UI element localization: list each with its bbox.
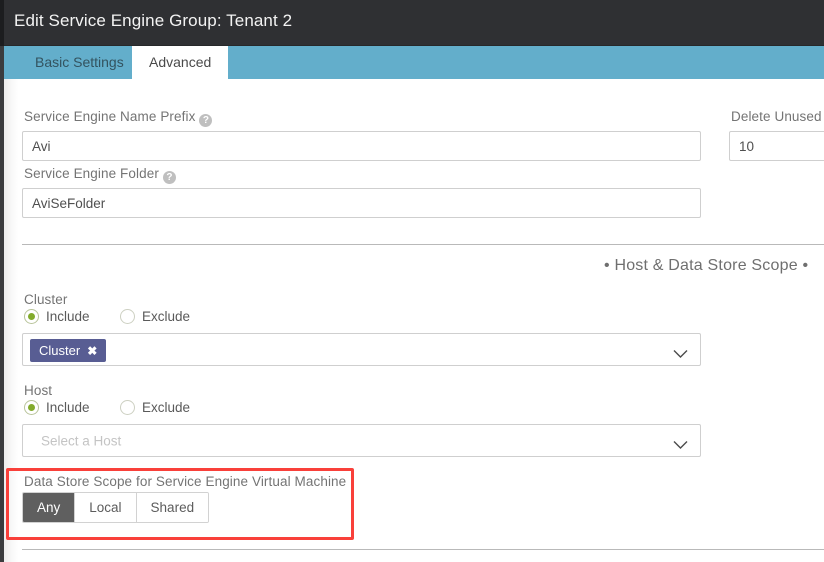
host-exclude-label: Exclude: [142, 400, 191, 415]
data-store-scope-button-group: Any Local Shared: [22, 492, 210, 523]
panel-left-edge: [0, 46, 4, 79]
data-store-scope-any-button[interactable]: Any: [23, 493, 76, 522]
cluster-label: Cluster: [24, 292, 68, 307]
radio-dot-icon: [24, 400, 39, 415]
se-folder-input[interactable]: [22, 188, 701, 218]
tab-basic-settings[interactable]: Basic Settings: [18, 46, 141, 79]
dialog-title: Edit Service Engine Group: Tenant 2: [14, 11, 293, 30]
host-select-placeholder: Select a Host: [41, 433, 122, 448]
host-scope-radio-group: Include Exclude: [24, 400, 216, 420]
se-name-prefix-label: Service Engine Name Prefix?: [24, 109, 213, 127]
data-store-scope-label: Data Store Scope for Service Engine Virt…: [24, 474, 347, 489]
host-data-store-scope-heading: • Host & Data Store Scope •: [604, 257, 809, 274]
host-include-radio[interactable]: Include: [24, 400, 90, 415]
host-select[interactable]: Select a Host: [22, 424, 701, 457]
chevron-down-icon[interactable]: [673, 436, 688, 449]
advanced-tab-panel: Service Engine Name Prefix? Service Engi…: [0, 79, 824, 562]
tab-advanced[interactable]: Advanced: [132, 46, 229, 79]
cluster-chip-label: Cluster: [39, 343, 81, 358]
host-exclude-radio[interactable]: Exclude: [120, 400, 190, 415]
radio-dot-icon: [120, 309, 135, 324]
host-label: Host: [24, 383, 53, 398]
se-name-prefix-input[interactable]: [22, 131, 701, 161]
dialog-title-bar: Edit Service Engine Group: Tenant 2: [0, 0, 824, 46]
radio-dot-icon: [120, 400, 135, 415]
edit-service-engine-group-dialog: Edit Service Engine Group: Tenant 2 Basi…: [0, 0, 824, 562]
cluster-multiselect[interactable]: Cluster ✖: [22, 333, 701, 366]
cluster-exclude-label: Exclude: [142, 309, 191, 324]
panel-inner-shadow: [4, 79, 18, 562]
cluster-scope-radio-group: Include Exclude: [24, 309, 216, 329]
data-store-scope-local-button[interactable]: Local: [75, 493, 137, 522]
close-icon[interactable]: ✖: [87, 345, 97, 357]
delete-unused-input[interactable]: [729, 131, 824, 161]
tab-bar: Basic Settings Advanced: [0, 46, 824, 79]
window-left-edge: [0, 0, 4, 46]
help-circle-icon[interactable]: ?: [162, 171, 176, 184]
help-circle-icon[interactable]: ?: [199, 114, 213, 127]
radio-dot-icon: [24, 309, 39, 324]
se-folder-label: Service Engine Folder?: [24, 166, 176, 184]
chevron-down-icon[interactable]: [673, 345, 688, 358]
cluster-include-radio[interactable]: Include: [24, 309, 90, 324]
data-store-scope-shared-button[interactable]: Shared: [136, 493, 209, 522]
delete-unused-label: Delete Unused S: [731, 109, 824, 124]
bottom-divider: [22, 549, 824, 550]
cluster-include-label: Include: [46, 309, 90, 324]
section-divider: [22, 244, 824, 245]
host-include-label: Include: [46, 400, 90, 415]
cluster-exclude-radio[interactable]: Exclude: [120, 309, 190, 324]
cluster-chip: Cluster ✖: [30, 339, 107, 362]
